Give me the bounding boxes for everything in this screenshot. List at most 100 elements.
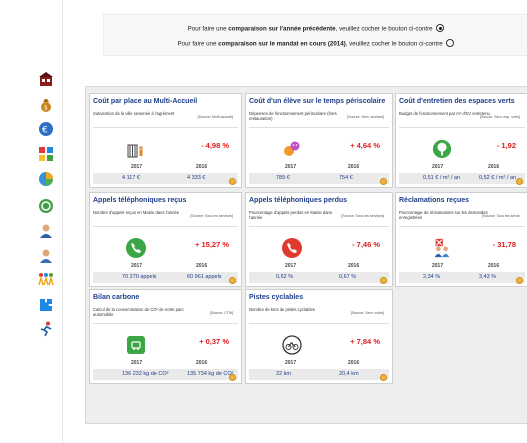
card-year-previous: 2016: [488, 164, 500, 170]
svg-text:$: $: [44, 104, 48, 111]
card-source: [Source: Tous les services]: [341, 214, 384, 218]
indicator-card[interactable]: Pistes cyclables Nombre de kms de pistes …: [245, 289, 393, 384]
details-icon[interactable]: [380, 277, 387, 284]
card-values: 0,51 € / m² / an 0,52 € / m² / an: [399, 173, 525, 184]
card-values: 789 € 754 €: [249, 173, 389, 184]
card-subtitle: Dépenses de fonctionnement périscolaire …: [249, 111, 337, 122]
green-car-icon: [126, 334, 146, 356]
card-subtitle: Nombre d'appels reçus en Mairie dans l'a…: [93, 210, 180, 215]
card-subtitle: Pourcentage de réclamations sur les dema…: [399, 210, 488, 221]
card-subtitle: Subvention de la ville ramenée à l'agrém…: [93, 111, 175, 116]
card-divider: [93, 127, 238, 128]
card-values: 4 117 € 4 333 €: [93, 173, 238, 184]
user-group-icon[interactable]: [37, 247, 54, 264]
runner-icon[interactable]: [37, 320, 54, 337]
puzzle-pieces-icon[interactable]: [37, 145, 54, 162]
card-year-current: 2017: [285, 263, 297, 269]
complaint-people-icon: [432, 237, 452, 259]
child-with-crib-icon: [126, 138, 146, 160]
card-divider: [399, 226, 525, 227]
svg-text:€: €: [42, 125, 48, 135]
indicator-card[interactable]: Appels téléphoniques reçus Nombre d'appel…: [89, 192, 242, 287]
details-icon[interactable]: [380, 374, 387, 381]
card-title: Pistes cyclables: [249, 294, 304, 301]
card-values: 22 km 20,4 km: [249, 369, 389, 380]
card-values: 70 270 appels 60 961 appels: [93, 272, 238, 283]
card-value-current: 70 270 appels: [122, 274, 157, 280]
building-icon[interactable]: [37, 70, 54, 87]
indicator-card[interactable]: Bilan carbone Calcul de la consommation d…: [89, 289, 242, 384]
details-icon[interactable]: [229, 178, 236, 185]
user-icon[interactable]: [37, 222, 54, 239]
card-year-previous: 2016: [196, 360, 208, 366]
indicator-card[interactable]: Réclamations reçues Pourcentage de réclam…: [395, 192, 527, 287]
indicator-card[interactable]: Coût par place au Multi-Accueil Subventio…: [89, 93, 242, 188]
euro-icon[interactable]: €: [37, 120, 54, 137]
card-year-previous: 2016: [348, 263, 360, 269]
card-source: [Source: Tous les services]: [190, 214, 233, 218]
compare-mandate-line: Pour faire une comparaison sur le mandat…: [104, 39, 527, 48]
compare-previous-year-radio[interactable]: [436, 24, 445, 32]
card-subtitle: Budget de fonctionnement par m² d'EV ent…: [399, 111, 490, 116]
theater-masks-icon: [282, 138, 302, 160]
details-icon[interactable]: [229, 374, 236, 381]
card-source: [Source: Multi-accueil]: [197, 115, 233, 119]
details-icon[interactable]: [229, 277, 236, 284]
card-divider: [249, 323, 389, 324]
card-values: 0,62 % 0,67 %: [249, 272, 389, 283]
card-value-previous: 3,43 %: [479, 274, 497, 280]
card-divider: [93, 323, 238, 324]
indicator-card[interactable]: Appels téléphoniques perdus Pourcentage d…: [245, 192, 393, 287]
card-value-current: 789 €: [276, 175, 290, 181]
tree-icon: [432, 138, 452, 160]
card-divider: [249, 226, 389, 227]
card-year-previous: 2016: [348, 164, 360, 170]
card-title: Réclamations reçues: [399, 197, 470, 204]
card-year-previous: 2016: [196, 164, 208, 170]
people-chain-icon[interactable]: [37, 270, 54, 287]
indicator-card[interactable]: Coût d'un élève sur le temps périscolair…: [245, 93, 393, 188]
card-value-previous: 135 734 kg de CO²: [187, 371, 234, 377]
card-title: Bilan carbone: [93, 294, 140, 301]
card-delta: - 4,98 %: [201, 141, 229, 150]
card-year-current: 2017: [131, 164, 143, 170]
sidebar: $ €: [0, 0, 63, 443]
card-value-current: 2,34 %: [423, 274, 441, 280]
card-subtitle: Calcul de la consommation de CO² de notr…: [93, 307, 184, 318]
recycle-icon[interactable]: [37, 197, 54, 214]
card-year-previous: 2016: [348, 360, 360, 366]
card-value-previous: 0,52 € / m² / an: [479, 175, 516, 181]
card-value-previous: 0,67 %: [339, 274, 357, 280]
phone-green-icon: [126, 237, 146, 259]
compare-previous-year-line: Pour faire une comparaison sur l'année p…: [104, 24, 527, 33]
card-delta: + 4,64 %: [350, 141, 380, 150]
card-year-current: 2017: [285, 360, 297, 366]
card-title: Coût par place au Multi-Accueil: [93, 98, 198, 105]
card-delta: - 1,92: [496, 141, 516, 150]
card-values: 2,34 % 3,43 %: [399, 272, 525, 283]
details-icon[interactable]: [516, 178, 523, 185]
card-source: [Source: Serv. scolaire]: [347, 115, 384, 119]
card-divider: [399, 127, 525, 128]
card-subtitle: Pourcentage d'appels perdus en Mairie da…: [249, 210, 332, 221]
details-icon[interactable]: [380, 178, 387, 185]
details-icon[interactable]: [516, 277, 523, 284]
card-divider: [249, 127, 389, 128]
indicator-card[interactable]: Coût d'entretien des espaces verts Budget…: [395, 93, 527, 188]
card-title: Appels téléphoniques perdus: [249, 197, 348, 204]
card-delta: - 7,46 %: [352, 240, 380, 249]
puzzle-icon[interactable]: [37, 296, 54, 313]
card-year-current: 2017: [131, 263, 143, 269]
card-value-current: 0,62 %: [276, 274, 294, 280]
card-source: [Source: Tous les servic: [482, 214, 520, 218]
card-source: [Source: CTM]: [209, 311, 233, 315]
card-value-current: 4 117 €: [122, 175, 140, 181]
pie-chart-icon[interactable]: [37, 170, 54, 187]
card-year-current: 2017: [285, 164, 297, 170]
card-value-current: 22 km: [276, 371, 291, 377]
card-year-current: 2017: [131, 360, 143, 366]
money-bag-icon[interactable]: $: [37, 96, 54, 113]
phone-red-icon: [282, 237, 302, 259]
compare-mandate-radio[interactable]: [446, 39, 455, 47]
card-value-previous: 60 961 appels: [187, 274, 222, 280]
